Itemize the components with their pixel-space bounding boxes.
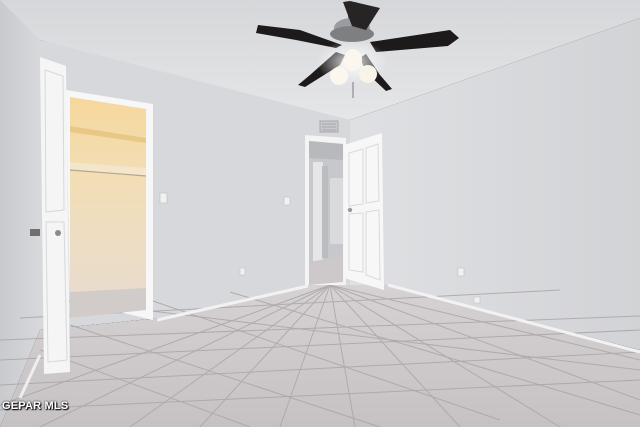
light-globe — [344, 49, 362, 71]
wall-plate — [283, 196, 291, 206]
walk-in-closet — [66, 90, 153, 320]
outlet-right — [457, 267, 465, 277]
door-knob — [55, 230, 61, 236]
door-knob — [347, 207, 353, 213]
outlet-floor — [473, 296, 481, 304]
bedroom-photo — [0, 0, 640, 427]
hallway-doorway — [305, 135, 346, 285]
light-globe — [359, 65, 377, 83]
light-switch — [159, 192, 168, 204]
light-globe — [330, 67, 348, 85]
outlet-left — [239, 267, 246, 276]
watermark: GEPAR MLS — [2, 400, 69, 412]
bedroom-door — [344, 133, 384, 290]
